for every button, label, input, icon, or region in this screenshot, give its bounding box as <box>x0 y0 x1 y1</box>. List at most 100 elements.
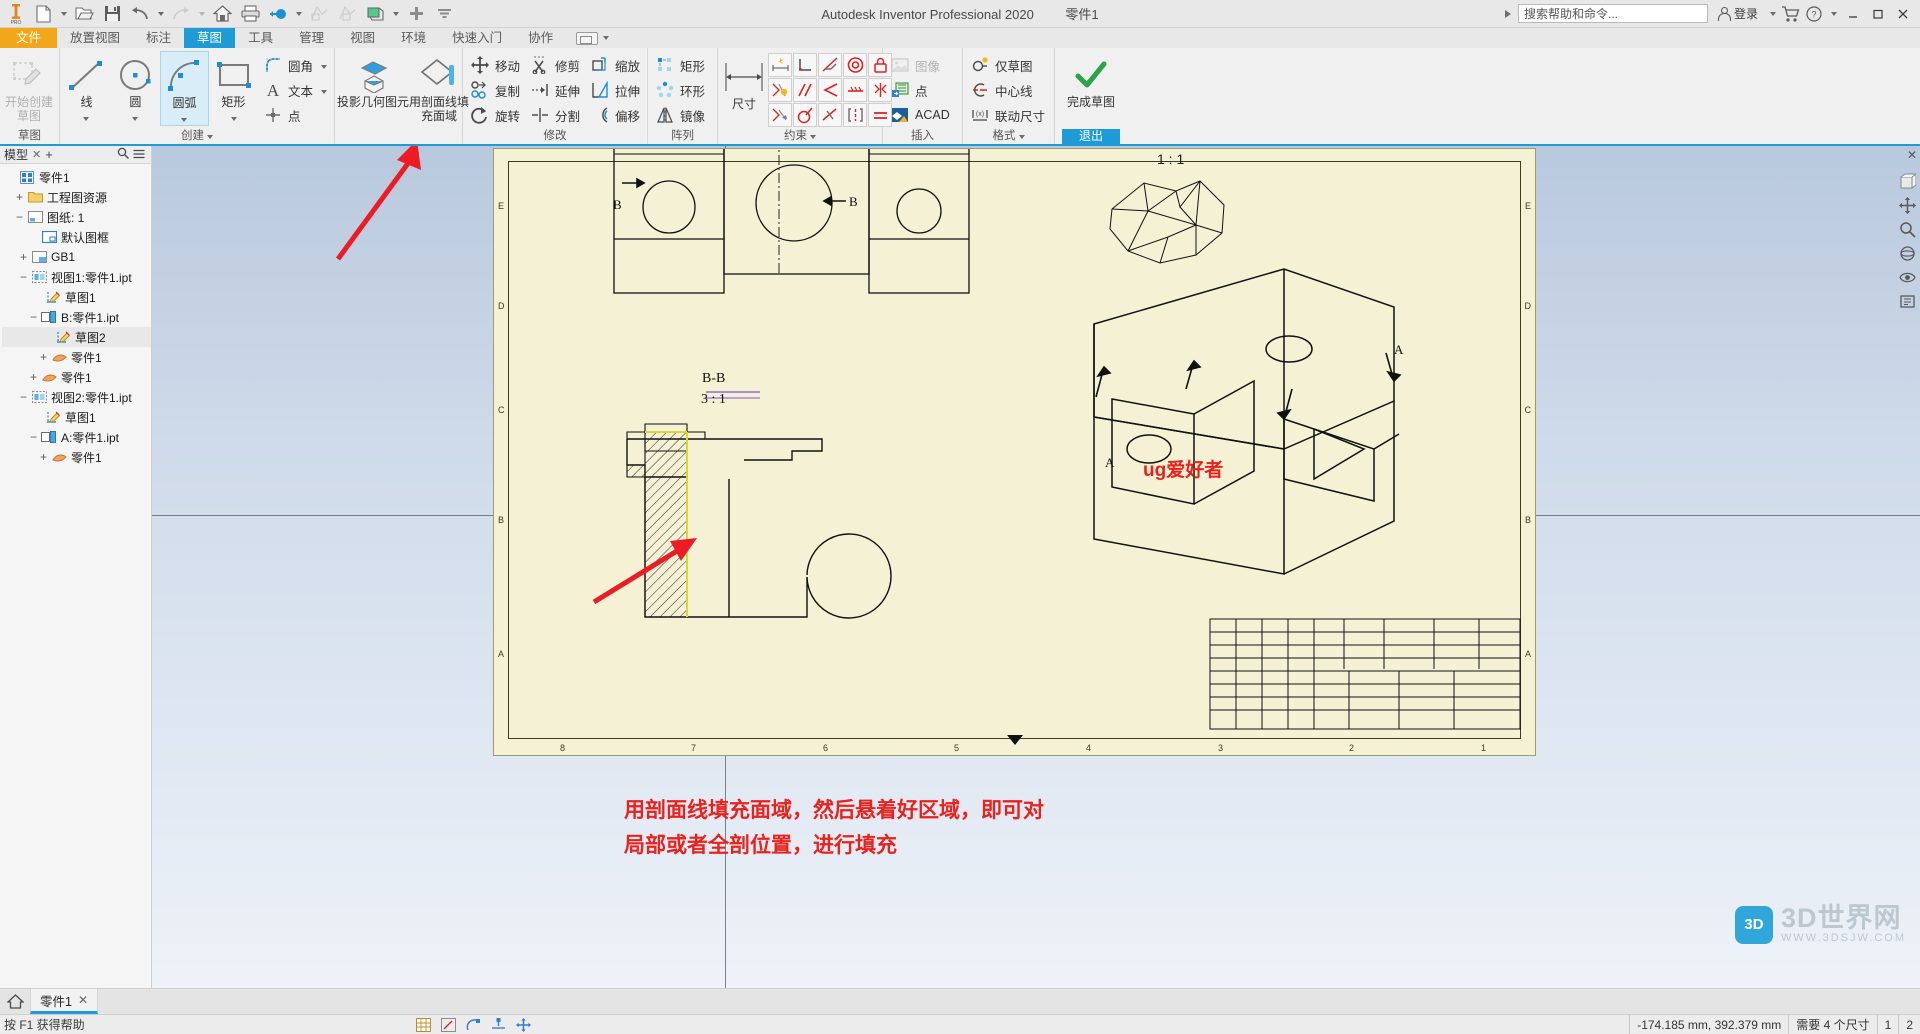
home-icon[interactable] <box>0 989 30 1014</box>
project-geometry-button[interactable]: 投影几何图元 <box>337 51 409 123</box>
search-expand-icon[interactable] <box>1503 10 1513 18</box>
acad-button[interactable]: ACAD <box>885 103 955 127</box>
look-at-icon[interactable] <box>1898 268 1917 287</box>
tree-node-drawing-resources[interactable]: + 工程图资源 <box>2 187 151 207</box>
signin-dropdown-icon[interactable] <box>1767 2 1778 26</box>
tree-expander[interactable]: + <box>38 451 49 463</box>
help-button[interactable]: ? <box>1803 2 1825 26</box>
circle-button[interactable]: 圆 <box>111 51 160 124</box>
tree-node-part1[interactable]: 零件1 <box>2 167 151 187</box>
start-sketch-button[interactable]: 开始创建 草图 <box>2 51 56 123</box>
tab-collaborate[interactable]: 协作 <box>515 28 566 48</box>
vertical-icon[interactable] <box>843 103 867 127</box>
browser-close-icon[interactable]: ✕ <box>32 148 41 161</box>
rectangle-button[interactable]: 矩形 <box>209 51 258 124</box>
rectangular-pattern-button[interactable]: 矩形 <box>650 53 710 77</box>
auto-constrain-icon[interactable] <box>768 103 792 127</box>
tab-manage[interactable]: 管理 <box>286 28 337 48</box>
add-icon[interactable] <box>403 2 429 26</box>
tree-node-section-b[interactable]: − B:零件1.ipt <box>2 307 151 327</box>
tree-node-part-under-a[interactable]: + 零件1 <box>2 447 151 467</box>
ribbon-display-dropdown-icon[interactable] <box>600 26 611 50</box>
drawing-sheet[interactable]: E D C B A E D C B A 8 7 6 5 4 3 2 1 B B … <box>493 148 1536 756</box>
move-icon[interactable] <box>515 1017 532 1032</box>
ribbon-display-options[interactable] <box>576 28 611 48</box>
centerline-button[interactable]: 中心线 <box>965 78 1050 102</box>
tab-file[interactable]: 文件 <box>0 28 58 48</box>
hatch-fill-region-button[interactable]: 用剖面线填 充面域 <box>409 51 469 123</box>
panel-format-dropdown-icon[interactable] <box>1019 128 1025 144</box>
tab-place-views[interactable]: 放置视图 <box>57 28 133 48</box>
zoom-icon[interactable] <box>1898 220 1917 239</box>
pan-icon[interactable] <box>1898 196 1917 215</box>
collinear-icon[interactable] <box>843 78 867 102</box>
smooth-icon[interactable] <box>818 103 842 127</box>
tree-expander[interactable]: + <box>28 371 39 383</box>
search-icon[interactable] <box>117 147 129 162</box>
appearance-icon[interactable] <box>362 2 388 26</box>
image-button[interactable]: 图像 <box>885 53 955 77</box>
panel-constrain-dropdown-icon[interactable] <box>810 128 816 144</box>
dimension-button[interactable]: 尺寸 <box>720 51 768 123</box>
mirror-button[interactable]: 镜像 <box>650 103 710 127</box>
new-file-dropdown-icon[interactable] <box>58 2 69 26</box>
move-button[interactable]: 移动 <box>465 53 525 77</box>
constraint-icon[interactable] <box>465 1017 482 1032</box>
new-file-icon[interactable] <box>30 2 56 26</box>
document-tab-close-icon[interactable]: ✕ <box>78 993 88 1007</box>
undo-icon[interactable] <box>127 2 153 26</box>
tree-expander[interactable]: + <box>38 351 49 363</box>
coincident-icon[interactable] <box>818 78 842 102</box>
select-dropdown-icon[interactable] <box>293 2 304 26</box>
auto-dim-icon[interactable] <box>768 53 792 77</box>
grid-icon[interactable] <box>415 1017 432 1032</box>
tree-expander[interactable]: − <box>18 391 29 403</box>
document-tab-part1[interactable]: 零件1 ✕ <box>30 989 99 1014</box>
parallel-icon[interactable] <box>793 78 817 102</box>
extend-button[interactable]: 延伸 <box>525 78 585 102</box>
tree-expander[interactable]: − <box>14 211 25 223</box>
search-input[interactable]: 搜索帮助和命令... <box>1517 4 1708 23</box>
text-button[interactable]: A 文本 <box>258 78 332 102</box>
insert-point-button[interactable]: 点 <box>885 78 955 102</box>
fillet-button[interactable]: 圆角 <box>258 53 332 77</box>
tree-node-sketch1-view2[interactable]: 草图1 <box>2 407 151 427</box>
tangent-icon[interactable] <box>818 53 842 77</box>
tree-node-part-under-b[interactable]: + 零件1 <box>2 347 151 367</box>
driven-dimension-button[interactable]: (x) 联动尺寸 <box>965 103 1050 127</box>
tab-tools[interactable]: 工具 <box>235 28 286 48</box>
select-icon[interactable] <box>265 2 291 26</box>
tree-node-sheet1[interactable]: − 图纸: 1 <box>2 207 151 227</box>
equal-radius-icon[interactable] <box>793 103 817 127</box>
line-button[interactable]: 线 <box>62 51 111 124</box>
viewcube-icon[interactable] <box>1898 172 1917 191</box>
tree-node-sketch1-view1[interactable]: 草图1 <box>2 287 151 307</box>
snap-icon[interactable] <box>440 1017 457 1032</box>
tree-node-default-border[interactable]: 默认图框 <box>2 227 151 247</box>
concentric-icon[interactable] <box>843 53 867 77</box>
arc-button[interactable]: 圆弧 <box>159 51 210 126</box>
tab-view[interactable]: 视图 <box>337 28 388 48</box>
zoom-all-icon[interactable] <box>1898 292 1917 311</box>
trim-button[interactable]: 修剪 <box>525 53 585 77</box>
more-icon[interactable] <box>431 2 457 26</box>
circular-pattern-button[interactable]: 环形 <box>650 78 710 102</box>
signin-button[interactable]: 登录 <box>1711 5 1764 22</box>
tab-annotate[interactable]: 标注 <box>133 28 184 48</box>
copy-button[interactable]: 复制 <box>465 78 525 102</box>
save-icon[interactable] <box>99 2 125 26</box>
arc-dropdown-icon[interactable] <box>181 111 187 125</box>
offset-button[interactable]: 偏移 <box>585 103 645 127</box>
rectangle-dropdown-icon[interactable] <box>231 110 237 124</box>
tree-expander[interactable]: − <box>18 271 29 283</box>
tree-node-sketch2[interactable]: 草图2 <box>2 327 151 347</box>
appearance-dropdown-icon[interactable] <box>390 2 401 26</box>
tree-expander[interactable]: + <box>14 191 25 203</box>
tree-node-section-a[interactable]: − A:零件1.ipt <box>2 427 151 447</box>
drawing-canvas[interactable]: E D C B A E D C B A 8 7 6 5 4 3 2 1 B B … <box>152 146 1920 988</box>
stretch-button[interactable]: 拉伸 <box>585 78 645 102</box>
browser-tab-model[interactable]: 模型 <box>4 146 28 163</box>
home-icon[interactable] <box>209 2 235 26</box>
finish-sketch-button[interactable]: 完成草图 <box>1062 51 1120 109</box>
dim-icon[interactable] <box>490 1017 507 1032</box>
